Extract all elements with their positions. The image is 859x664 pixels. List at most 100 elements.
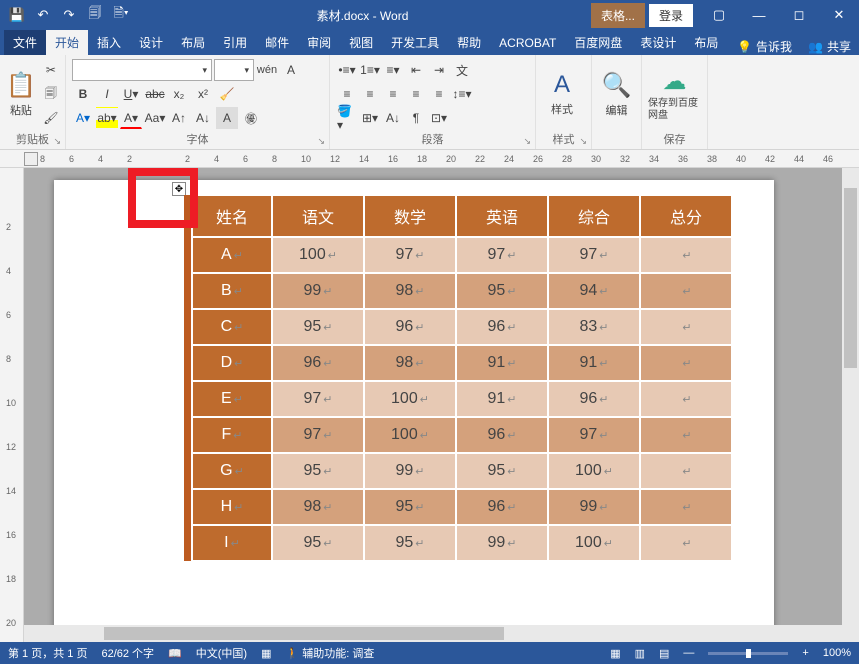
highlight-icon[interactable]: ab▾ bbox=[96, 107, 118, 129]
tab-insert[interactable]: 插入 bbox=[88, 30, 130, 55]
table-cell[interactable]: 96↵ bbox=[548, 381, 640, 417]
col-header[interactable]: 姓名 bbox=[192, 195, 272, 237]
accessibility-indicator[interactable]: 🚶辅助功能: 调查 bbox=[286, 645, 375, 661]
tab-table-layout[interactable]: 布局 bbox=[685, 30, 727, 55]
table-cell[interactable]: 95↵ bbox=[364, 489, 456, 525]
tab-selector[interactable] bbox=[24, 152, 38, 166]
decrease-indent-icon[interactable]: ⇤ bbox=[405, 59, 427, 81]
editing-button[interactable]: 🔍 编辑 bbox=[598, 59, 635, 129]
show-marks-icon[interactable]: ¶ bbox=[405, 107, 427, 129]
row-header[interactable]: I↵ bbox=[192, 525, 272, 561]
table-cell[interactable]: 100↵ bbox=[364, 381, 456, 417]
grow-font-icon[interactable]: A↑ bbox=[168, 107, 190, 129]
enclose-char-icon[interactable]: ㊝ bbox=[240, 107, 262, 129]
vertical-ruler[interactable]: 2468101214161820 bbox=[0, 168, 24, 642]
borders-icon[interactable]: ⊞▾ bbox=[359, 107, 381, 129]
font-size-select[interactable]: ▾ bbox=[214, 59, 254, 81]
zoom-thumb[interactable] bbox=[746, 649, 751, 658]
clear-format-icon[interactable]: 🧹 bbox=[216, 83, 238, 105]
data-table[interactable]: 姓名 语文 数学 英语 综合 总分 A↵100↵97↵97↵97↵↵B↵99↵9… bbox=[184, 194, 733, 562]
table-cell[interactable]: 91↵ bbox=[456, 381, 548, 417]
table-row[interactable]: D↵96↵98↵91↵91↵↵ bbox=[184, 345, 732, 381]
row-header[interactable]: B↵ bbox=[192, 273, 272, 309]
table-cell[interactable]: 94↵ bbox=[548, 273, 640, 309]
table-cell[interactable]: 97↵ bbox=[548, 237, 640, 273]
col-header[interactable]: 英语 bbox=[456, 195, 548, 237]
underline-button[interactable]: U▾ bbox=[120, 83, 142, 105]
redo-icon[interactable]: ↷ bbox=[56, 2, 82, 28]
table-row[interactable]: I↵95↵95↵99↵100↵↵ bbox=[184, 525, 732, 561]
save-to-baidu-button[interactable]: ☁ 保存到百度网盘 bbox=[648, 59, 701, 129]
print-layout-icon[interactable]: ▥ bbox=[635, 647, 645, 660]
shading-icon[interactable]: 🪣▾ bbox=[336, 107, 358, 129]
table-cell[interactable]: 95↵ bbox=[364, 525, 456, 561]
table-cell[interactable]: 95↵ bbox=[272, 309, 364, 345]
styles-launcher-icon[interactable]: ↘ bbox=[579, 136, 587, 147]
ribbon-options-icon[interactable]: ▢ bbox=[699, 0, 739, 30]
spellcheck-icon[interactable]: 📖 bbox=[168, 647, 182, 660]
zoom-in-button[interactable]: + bbox=[802, 647, 808, 659]
table-cell[interactable]: 100↵ bbox=[548, 525, 640, 561]
col-header[interactable]: 综合 bbox=[548, 195, 640, 237]
justify-icon[interactable]: ≡ bbox=[405, 83, 427, 105]
table-cell[interactable]: 100↵ bbox=[364, 417, 456, 453]
table-row[interactable]: A↵100↵97↵97↵97↵↵ bbox=[184, 237, 732, 273]
table-cell[interactable]: 99↵ bbox=[364, 453, 456, 489]
minimize-icon[interactable]: — bbox=[739, 0, 779, 30]
row-header[interactable]: G↵ bbox=[192, 453, 272, 489]
table-cell[interactable]: 100↵ bbox=[272, 237, 364, 273]
paste-button[interactable]: 📋 粘贴 bbox=[6, 59, 36, 129]
subscript-button[interactable]: x₂ bbox=[168, 83, 190, 105]
table-cell[interactable]: 97↵ bbox=[272, 381, 364, 417]
tab-design[interactable]: 设计 bbox=[130, 30, 172, 55]
row-header[interactable]: C↵ bbox=[192, 309, 272, 345]
scrollbar-thumb[interactable] bbox=[844, 188, 857, 368]
read-mode-icon[interactable]: ▦ bbox=[610, 647, 620, 660]
horizontal-scrollbar[interactable] bbox=[24, 625, 842, 642]
line-spacing-icon[interactable]: ↕≡▾ bbox=[451, 83, 473, 105]
login-button[interactable]: 登录 bbox=[649, 4, 693, 27]
table-row[interactable]: G↵95↵99↵95↵100↵↵ bbox=[184, 453, 732, 489]
zoom-slider[interactable] bbox=[708, 652, 788, 655]
horizontal-ruler[interactable]: 8642246810121416182022242628303234363840… bbox=[0, 150, 859, 168]
tab-baidu[interactable]: 百度网盘 bbox=[565, 30, 631, 55]
align-center-icon[interactable]: ≡ bbox=[359, 83, 381, 105]
copy-icon[interactable]: 🗐 bbox=[40, 83, 62, 105]
table-cell[interactable]: 95↵ bbox=[456, 273, 548, 309]
table-cell[interactable]: 97↵ bbox=[364, 237, 456, 273]
qat-item2-icon[interactable]: 🗎▾ bbox=[108, 2, 134, 28]
undo-icon[interactable]: ↶ bbox=[30, 2, 56, 28]
shrink-font-icon[interactable]: A↓ bbox=[192, 107, 214, 129]
table-cell[interactable]: 83↵ bbox=[548, 309, 640, 345]
row-header[interactable]: H↵ bbox=[192, 489, 272, 525]
row-header[interactable]: E↵ bbox=[192, 381, 272, 417]
tab-view[interactable]: 视图 bbox=[340, 30, 382, 55]
save-icon[interactable]: 💾 bbox=[4, 2, 30, 28]
font-name-select[interactable]: ▾ bbox=[72, 59, 212, 81]
table-cell[interactable]: ↵ bbox=[640, 453, 732, 489]
table-cell[interactable]: 96↵ bbox=[272, 345, 364, 381]
table-cell[interactable]: 95↵ bbox=[456, 453, 548, 489]
tab-developer[interactable]: 开发工具 bbox=[382, 30, 448, 55]
table-cell[interactable]: 95↵ bbox=[272, 525, 364, 561]
close-icon[interactable]: ✕ bbox=[819, 0, 859, 30]
tab-file[interactable]: 文件 bbox=[4, 30, 46, 55]
table-row[interactable]: H↵98↵95↵96↵99↵↵ bbox=[184, 489, 732, 525]
tell-me[interactable]: 💡告诉我 bbox=[729, 38, 800, 55]
row-header[interactable]: D↵ bbox=[192, 345, 272, 381]
row-header[interactable]: A↵ bbox=[192, 237, 272, 273]
table-cell[interactable]: 96↵ bbox=[456, 309, 548, 345]
change-case-button[interactable]: Aa▾ bbox=[144, 107, 166, 129]
table-cell[interactable]: 98↵ bbox=[364, 345, 456, 381]
paragraph-launcher-icon[interactable]: ↘ bbox=[523, 136, 531, 147]
font-launcher-icon[interactable]: ↘ bbox=[317, 136, 325, 147]
share-button[interactable]: 👥共享 bbox=[800, 38, 859, 55]
clipboard-launcher-icon[interactable]: ↘ bbox=[53, 136, 61, 147]
table-cell[interactable]: ↵ bbox=[640, 525, 732, 561]
table-cell[interactable]: 91↵ bbox=[456, 345, 548, 381]
bullets-icon[interactable]: •≡▾ bbox=[336, 59, 358, 81]
page-indicator[interactable]: 第 1 页，共 1 页 bbox=[8, 645, 87, 661]
table-cell[interactable]: 98↵ bbox=[272, 489, 364, 525]
tab-help[interactable]: 帮助 bbox=[448, 30, 490, 55]
text-effects-icon[interactable]: A▾ bbox=[72, 107, 94, 129]
